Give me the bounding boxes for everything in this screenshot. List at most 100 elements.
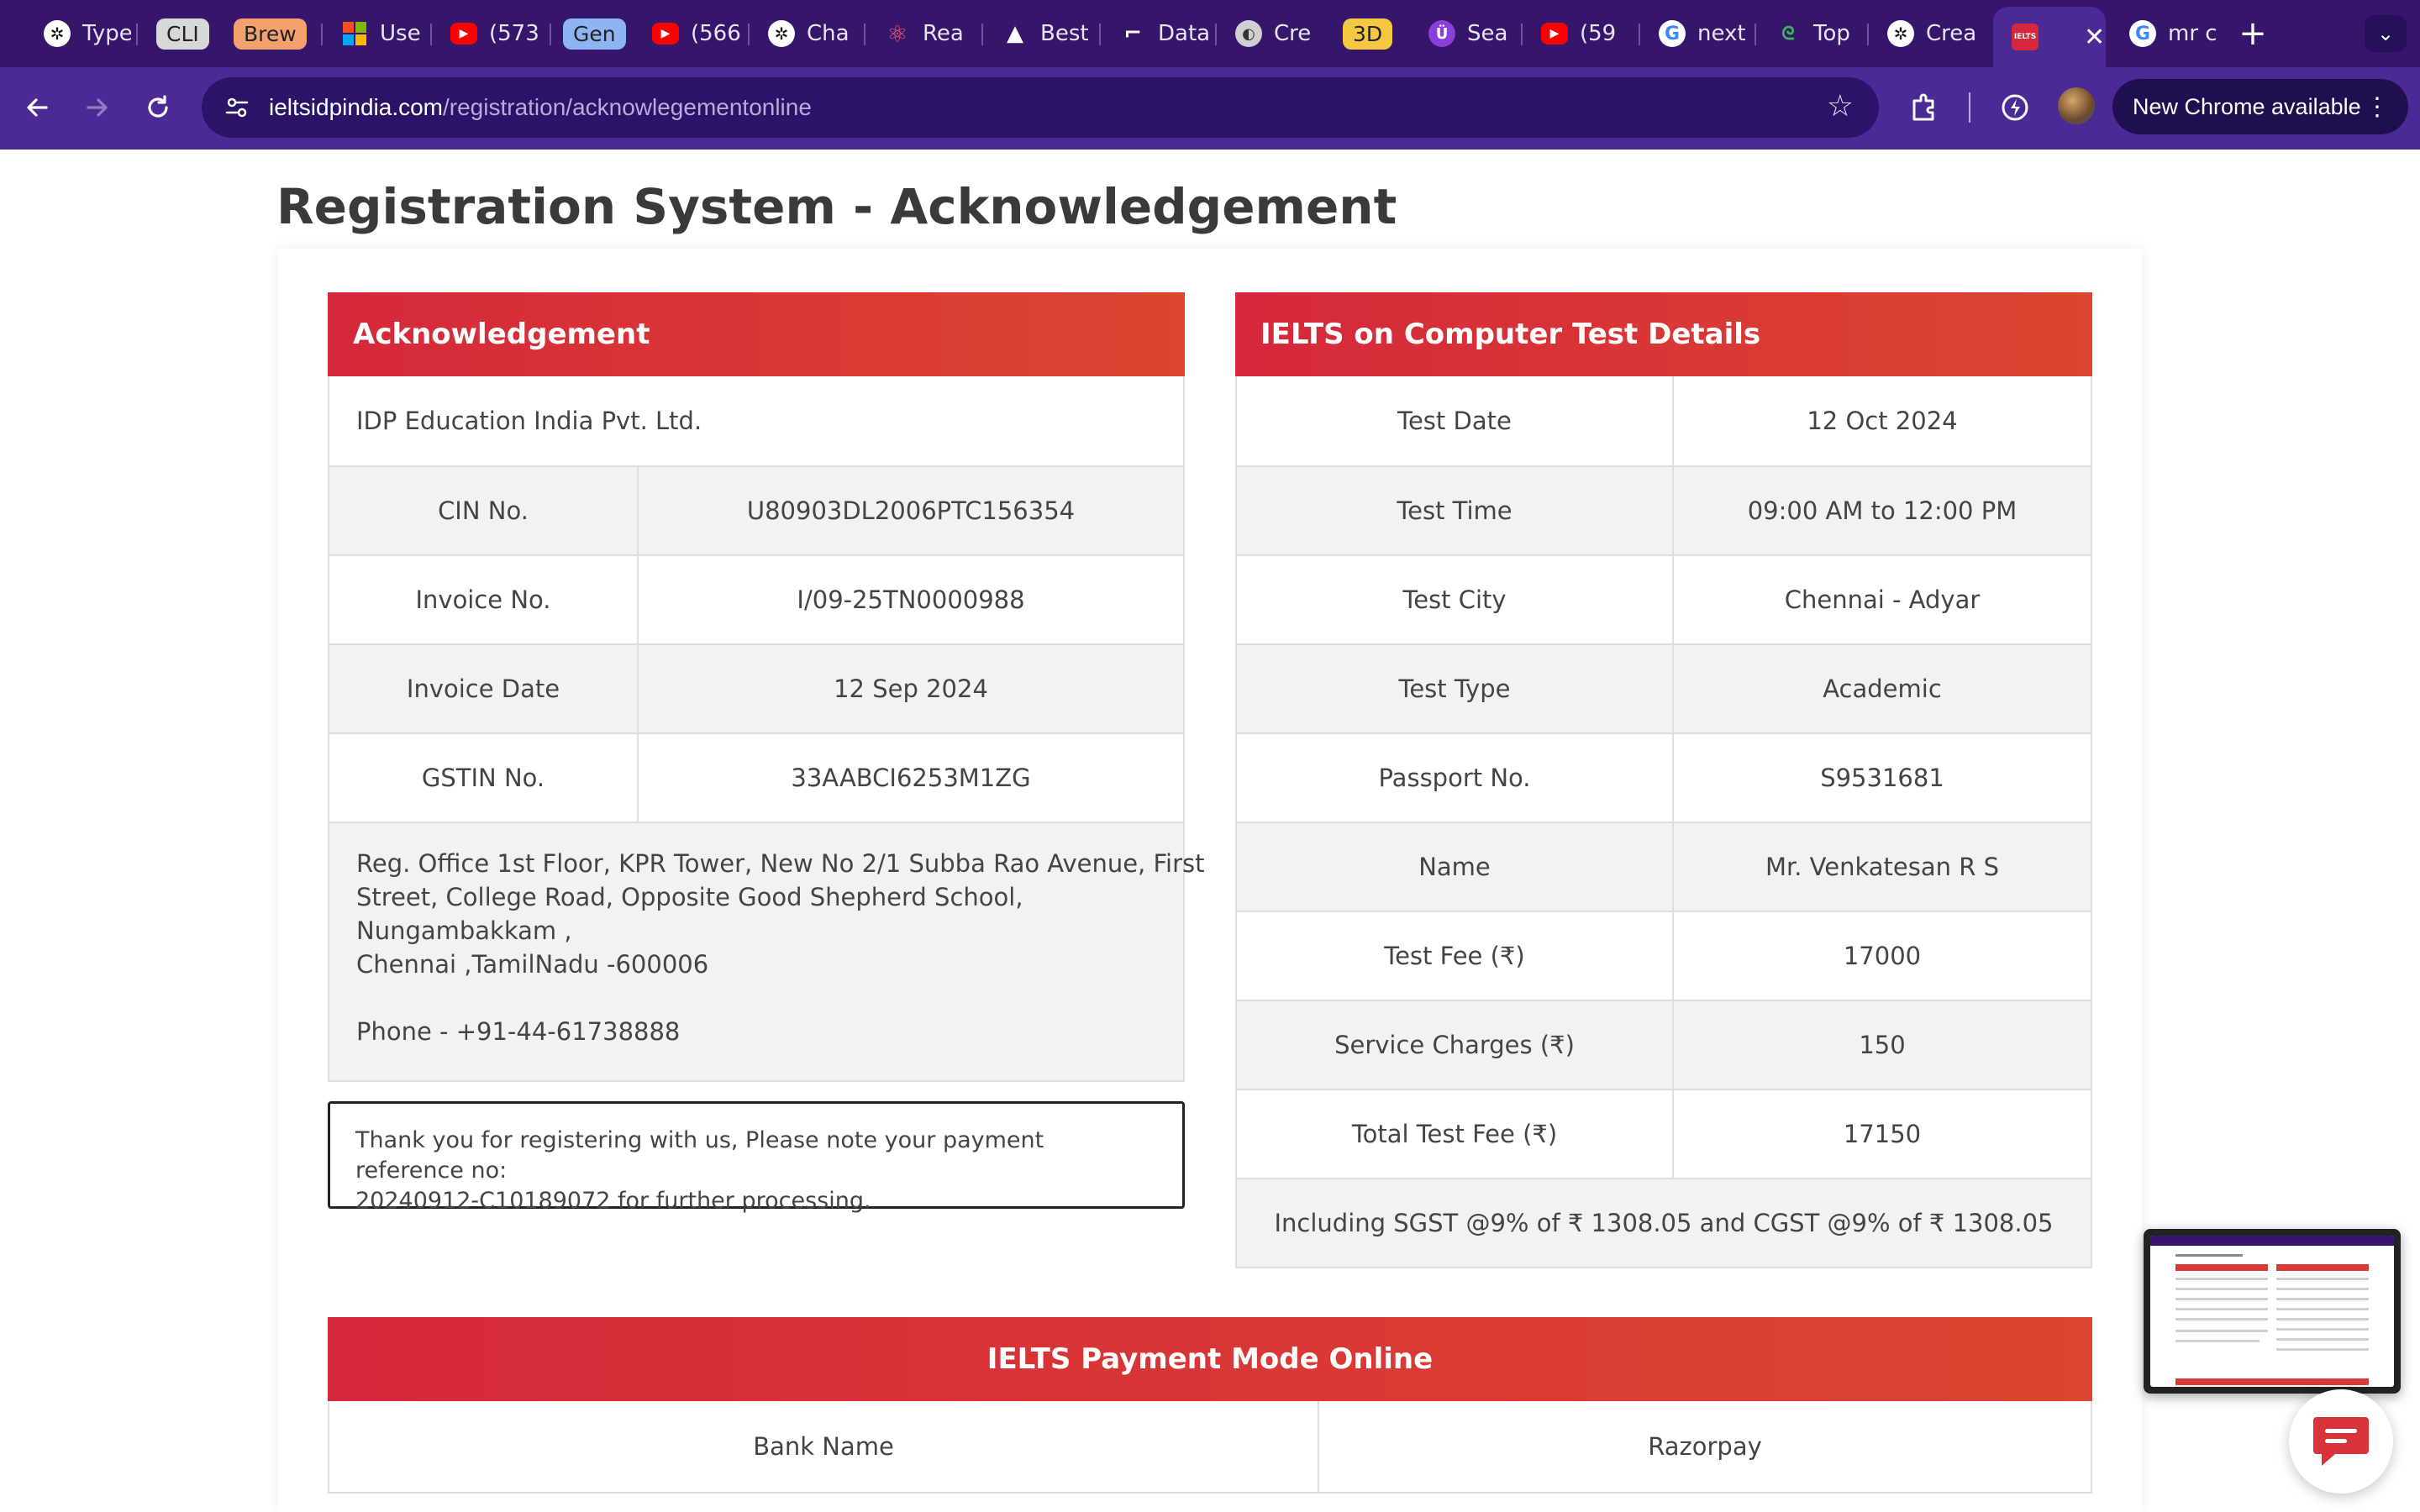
tab-title: Cre [1274,21,1312,46]
youtube-icon: ▶ [1541,23,1568,45]
tab-title: Cha [807,21,850,46]
google-icon: G [1659,20,1686,47]
tab-14[interactable]: Ü Sea [1412,12,1516,55]
tab-title: Data [1158,21,1210,46]
tab-13[interactable]: 3D [1331,12,1407,55]
tab-title: next [1697,21,1746,46]
acknowledgement-header: Acknowledgement [328,292,1185,376]
tab-3[interactable]: Brew [227,12,328,55]
forward-arrow-icon [87,98,108,117]
tab-8[interactable]: ✲ Cha [751,12,855,55]
back-arrow-icon [27,98,48,117]
ielts-icon: IELTS [2012,24,2039,50]
browser-tab-strip: ✲ Type CLI Brew Use ▶ (573 Gen ▶ (566 ✲ … [0,0,2420,67]
youtube-icon: ▶ [652,23,679,45]
tab-title: Use [380,21,421,46]
google-icon: G [2129,20,2156,47]
row-value: Mr. Venkatesan R S [1672,823,2091,911]
registered-office-address: Reg. Office 1st Floor, KPR Tower, New No… [329,823,1232,1080]
row-label: GSTIN No. [421,764,545,792]
tab-search-button[interactable]: ⌄ [2365,15,2407,52]
page-preview-thumbnail[interactable] [2144,1229,2401,1394]
tab-active-ielts[interactable]: IELTS ✕ [1993,7,2106,67]
url-text: ieltsidpindia.com/registration/acknowleg… [269,94,812,120]
row-label: Test City [1402,585,1507,614]
openai-icon: ✲ [1887,20,1914,47]
row-label: Name [1418,853,1491,881]
new-tab-button[interactable]: + [2232,12,2274,55]
address-row: Reg. Office 1st Floor, KPR Tower, New No… [329,822,1205,1080]
tab-11[interactable]: ⌐ Data [1102,12,1210,55]
tab-5[interactable]: ▶ (573 [434,12,551,55]
bookmark-star-icon[interactable]: ☆ [1827,89,1854,123]
microsoft-icon [341,20,368,47]
performance-icon[interactable] [1995,87,2035,128]
tab-group-label: Gen [563,18,626,50]
test-details-title: IELTS on Computer Test Details [1260,318,1761,351]
extensions-icon[interactable] [1904,87,1944,128]
tab-15[interactable]: ▶ (59 [1524,12,1634,55]
table-row: Bank Name Razorpay [329,1401,2091,1492]
tab-9[interactable]: ⚛ Rea [867,12,976,55]
tab-title: mr c [2168,21,2217,46]
tab-20[interactable]: G mr c [2112,12,2222,55]
tab-title: Best [1040,21,1089,46]
row-label: CIN No. [438,496,529,525]
update-label: New Chrome available [2133,93,2361,119]
back-button[interactable] [13,84,60,131]
row-label: Test Type [1398,675,1511,703]
tab-6[interactable]: Gen [555,12,639,55]
profile-avatar[interactable] [2058,87,2095,124]
row-label: Passport No. [1378,764,1531,792]
row-value: I/09-25TN0000988 [637,556,1183,643]
row-label: Total Test Fee (₹) [1351,1120,1558,1148]
address-bar[interactable]: ieltsidpindia.com/registration/acknowleg… [202,77,1879,138]
company-row: IDP Education India Pvt. Ltd. [329,376,1183,465]
site-settings-icon[interactable] [212,95,262,120]
company-name: IDP Education India Pvt. Ltd. [356,407,702,435]
table-row: Test Time 09:00 AM to 12:00 PM [1237,465,2091,554]
row-value: Razorpay [1318,1401,2091,1492]
reload-button[interactable] [134,84,182,131]
tab-18[interactable]: ✲ Crea [1870,12,1980,55]
tab-title: (59 [1580,21,1617,46]
tab-2[interactable]: CLI [141,12,225,55]
payment-table: Bank Name Razorpay [328,1401,2092,1494]
forward-button[interactable] [74,84,121,131]
row-label: Service Charges (₹) [1334,1031,1575,1059]
reload-icon [148,95,168,118]
chrome-update-button[interactable]: New Chrome available ⋮ [2112,79,2408,134]
row-value: 12 Oct 2024 [1672,376,2091,465]
row-label: Invoice No. [415,585,551,614]
tab-10[interactable]: ▲ Best [985,12,1094,55]
payment-reference-notice: Thank you for registering with us, Pleas… [328,1101,1185,1214]
page-title: Registration System - Acknowledgement [276,178,1397,235]
youtube-icon: ▶ [450,23,477,45]
react-icon: ⚛ [886,19,908,48]
tax-note: Including SGST @9% of ₹ 1308.05 and CGST… [1274,1209,2054,1237]
row-value: Chennai - Adyar [1672,556,2091,643]
tab-title: Top [1813,21,1850,46]
row-value: Academic [1672,645,2091,732]
row-value: 09:00 AM to 12:00 PM [1672,467,2091,554]
more-menu-icon[interactable]: ⋮ [2365,92,2390,122]
row-value: U80903DL2006PTC156354 [637,467,1183,554]
tab-12[interactable]: ◐ Cre [1218,12,1326,55]
tab-16[interactable]: G next [1642,12,1749,55]
tab-17[interactable]: ᘓ Top [1758,12,1862,55]
row-value: 33AABCI6253M1ZG [637,734,1183,822]
close-tab-icon[interactable]: ✕ [2084,23,2105,52]
acknowledgement-table: IDP Education India Pvt. Ltd. CIN No. U8… [328,376,1205,1082]
table-row: Service Charges (₹) 150 [1237,1000,2091,1089]
tab-group-label: 3D [1343,18,1393,50]
payment-mode-header: IELTS Payment Mode Online [328,1317,2092,1401]
toolbar-divider [1969,92,1970,123]
row-value: 150 [1672,1001,2091,1089]
tab-4[interactable]: Use [324,12,425,55]
tab-1[interactable]: ✲ Type [27,12,131,55]
chat-button[interactable] [2289,1389,2393,1494]
tax-note-row: Including SGST @9% of ₹ 1308.05 and CGST… [1237,1178,2091,1267]
table-row: GSTIN No. 33AABCI6253M1ZG [329,732,1183,822]
table-row: Invoice Date 12 Sep 2024 [329,643,1183,732]
tab-7[interactable]: ▶ (566 [635,12,753,55]
